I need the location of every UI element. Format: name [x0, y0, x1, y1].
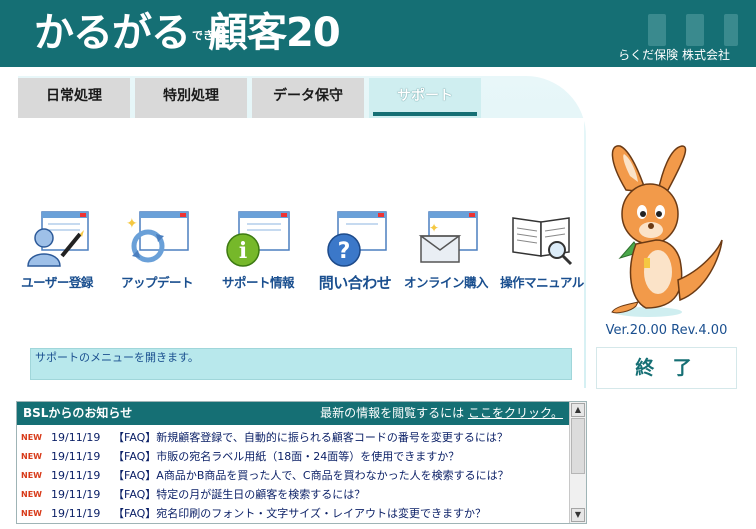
news-item[interactable]: NEW 19/11/19 【FAQ】特定の月が誕生日の顧客を検索するには？ — [17, 485, 569, 504]
tab-label: 日常処理 — [46, 88, 102, 104]
news-date: 19/11/19 — [51, 431, 101, 444]
news-date: 19/11/19 — [51, 450, 101, 463]
news-link-area: 最新の情報を閲覧するには ここをクリック。 — [320, 402, 563, 425]
news-panel: BSLからのお知らせ 最新の情報を閲覧するには ここをクリック。 NEW 19/… — [16, 401, 587, 524]
exit-button[interactable]: 終 了 — [596, 347, 737, 389]
version-label: Ver.20.00 Rev.4.00 — [605, 323, 728, 338]
menu-online-purchase[interactable]: ✦ オンライン購入 — [396, 210, 496, 298]
header-decoration — [686, 14, 704, 46]
menu-label: 問い合わせ — [318, 274, 392, 292]
new-badge: NEW — [21, 490, 42, 499]
support-menu: ユーザー登録 ✦ アップデート i サポート情報 ? 問い合わせ ✦ オンライン… — [20, 210, 585, 300]
new-badge: NEW — [21, 452, 42, 461]
news-date: 19/11/19 — [51, 469, 101, 482]
user-register-icon — [27, 211, 89, 267]
news-list: NEW 19/11/19 【FAQ】新規顧客登録で、自動的に振られる顧客コードの… — [17, 428, 569, 523]
company-name: らくだ保険 株式会社 — [618, 48, 730, 62]
support-info-icon: i — [226, 211, 290, 267]
menu-manual[interactable]: 操作マニュアル — [492, 210, 592, 298]
scroll-down-icon[interactable]: ▼ — [571, 508, 585, 522]
svg-text:✦: ✦ — [429, 221, 439, 235]
logo-small-text: できる — [192, 28, 225, 42]
scroll-thumb[interactable] — [571, 418, 585, 474]
news-text: 【FAQ】新規顧客登録で、自動的に振られる顧客コードの番号を変更するには？ — [113, 431, 508, 444]
tab-label: データ保守 — [273, 88, 343, 104]
menu-update[interactable]: ✦ アップデート — [112, 210, 202, 298]
news-title: BSLからのお知らせ — [23, 406, 133, 420]
logo-main-text: かるがる — [34, 10, 191, 56]
menu-label: 操作マニュアル — [500, 275, 584, 290]
news-date: 19/11/19 — [51, 507, 101, 520]
news-link[interactable]: ここをクリック。 — [468, 406, 563, 420]
svg-text:✦: ✦ — [126, 216, 138, 232]
header-decoration — [648, 14, 666, 46]
new-badge: NEW — [21, 471, 42, 480]
menu-label: アップデート — [120, 275, 194, 290]
new-badge: NEW — [21, 509, 42, 518]
inquiry-icon: ? — [327, 211, 387, 267]
menu-inquiry[interactable]: ? 問い合わせ — [310, 210, 400, 298]
menu-support-info[interactable]: i サポート情報 — [213, 210, 303, 298]
manual-icon — [512, 217, 573, 266]
status-message: サポートのメニューを開きます。 — [30, 348, 572, 380]
new-badge: NEW — [21, 433, 42, 442]
header-decoration — [724, 14, 738, 46]
logo-product-text: 顧客20 — [208, 10, 341, 56]
menu-user-register[interactable]: ユーザー登録 — [12, 210, 102, 298]
news-text: 【FAQ】特定の月が誕生日の顧客を検索するには？ — [113, 488, 366, 501]
menu-label: ユーザー登録 — [21, 275, 93, 290]
tab-data-maintenance[interactable]: データ保守 — [252, 78, 364, 118]
news-text: 【FAQ】A商品かB商品を買った人で、C商品を買わなかった人を検索するには？ — [113, 469, 509, 482]
tab-support[interactable]: サポート — [369, 78, 481, 118]
news-scrollbar[interactable]: ▲ ▼ — [569, 402, 586, 523]
tab-label: サポート — [397, 88, 453, 104]
svg-text:?: ? — [338, 239, 351, 264]
svg-text:i: i — [239, 238, 247, 264]
news-header: BSLからのお知らせ 最新の情報を閲覧するには ここをクリック。 — [17, 402, 569, 425]
news-text: 【FAQ】宛名印刷のフォント・文字サイズ・レイアウトは変更できますか？ — [113, 507, 486, 520]
app-header: かるがる できる顧客20 らくだ保険 株式会社 — [0, 0, 756, 67]
news-item[interactable]: NEW 19/11/19 【FAQ】宛名印刷のフォント・文字サイズ・レイアウトは… — [17, 504, 569, 523]
news-item[interactable]: NEW 19/11/19 【FAQ】A商品かB商品を買った人で、C商品を買わなか… — [17, 466, 569, 485]
news-item[interactable]: NEW 19/11/19 【FAQ】市販の宛名ラベル用紙（18面・24面等）を使… — [17, 447, 569, 466]
tab-label: 特別処理 — [163, 88, 219, 104]
update-icon: ✦ — [126, 211, 189, 263]
app-logo: かるがる できる顧客20 — [34, 8, 341, 58]
online-purchase-icon: ✦ — [418, 211, 478, 263]
news-text: 【FAQ】市販の宛名ラベル用紙（18面・24面等）を使用できますか？ — [113, 450, 460, 463]
menu-label: オンライン購入 — [403, 275, 489, 290]
news-item[interactable]: NEW 19/11/19 【FAQ】新規顧客登録で、自動的に振られる顧客コードの… — [17, 428, 569, 447]
scroll-up-icon[interactable]: ▲ — [571, 403, 585, 417]
tab-daily[interactable]: 日常処理 — [18, 78, 130, 118]
news-date: 19/11/19 — [51, 488, 101, 501]
menu-label: サポート情報 — [221, 275, 295, 290]
tab-special[interactable]: 特別処理 — [135, 78, 247, 118]
kangaroo-mascot-icon — [611, 145, 723, 317]
news-link-prefix: 最新の情報を閲覧するには — [320, 406, 465, 420]
